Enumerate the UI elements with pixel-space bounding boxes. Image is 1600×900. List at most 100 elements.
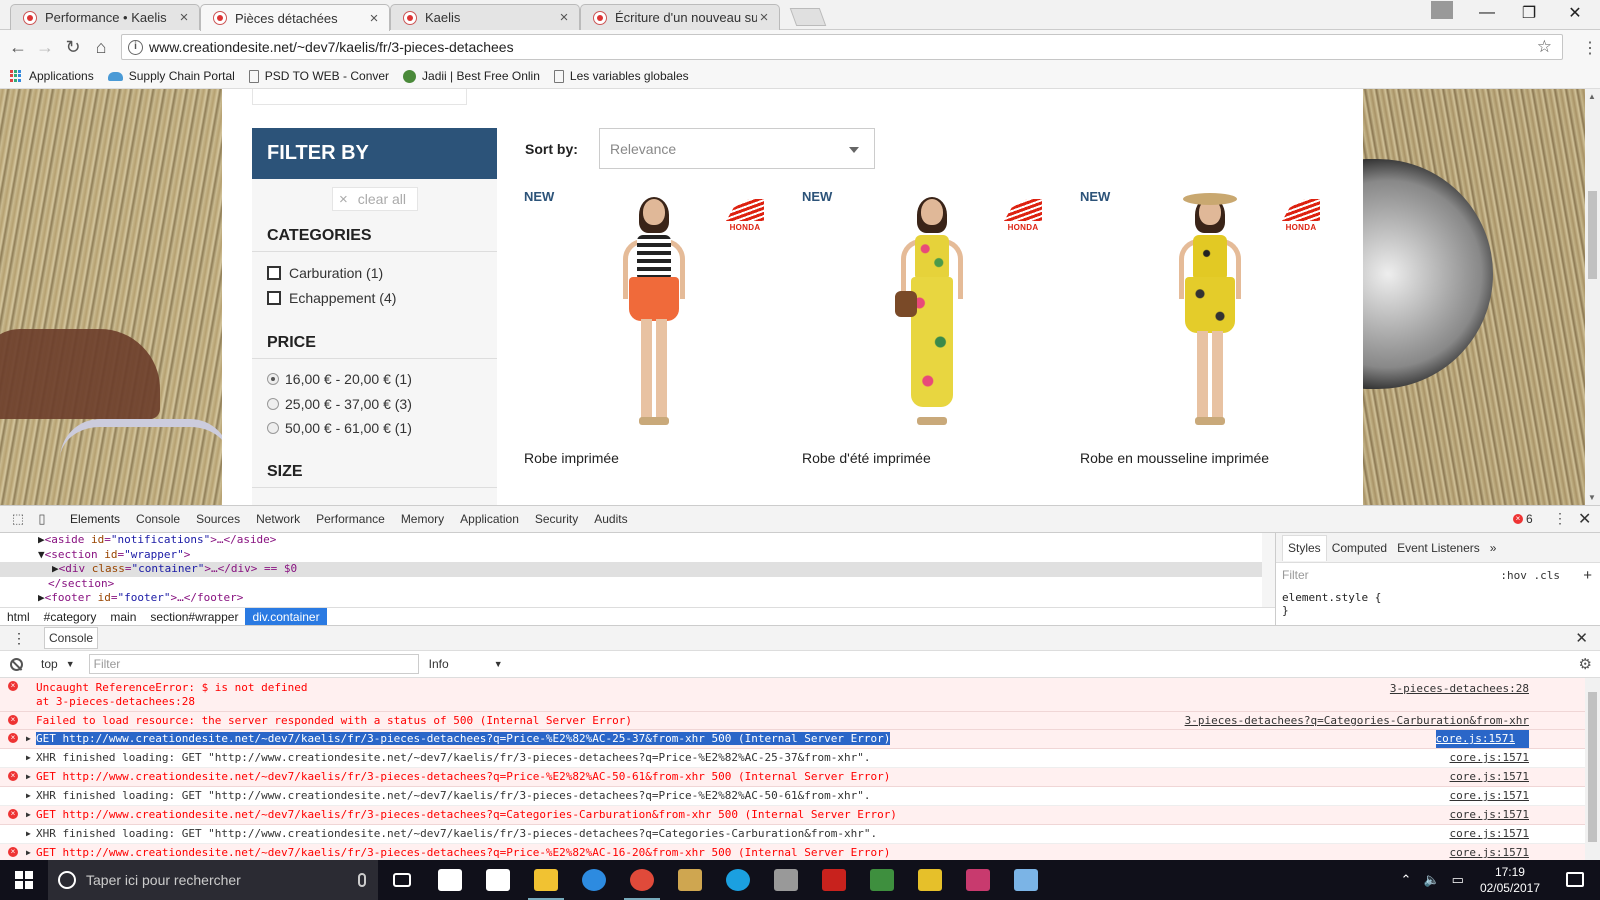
hov-toggle[interactable]: :hov (1500, 569, 1527, 582)
volume-icon[interactable]: 🔈 (1423, 872, 1439, 888)
product-image[interactable] (1165, 193, 1255, 435)
chrome-icon[interactable] (618, 860, 666, 900)
breadcrumb-item[interactable]: main (103, 608, 143, 626)
finder-folder-icon[interactable] (666, 860, 714, 900)
skype-icon[interactable] (714, 860, 762, 900)
breadcrumb-item[interactable]: #category (37, 608, 104, 626)
elements-scrollbar[interactable] (1262, 533, 1275, 607)
reload-icon[interactable]: ↻ (61, 35, 85, 59)
checkbox[interactable] (267, 291, 281, 305)
bookmark-psd-to-web[interactable]: PSD TO WEB - Conver (248, 69, 389, 83)
dom-node[interactable]: ▶<aside id="notifications">…</aside> (38, 533, 276, 548)
page-scrollbar[interactable]: ▲ ▼ (1585, 89, 1600, 505)
address-bar[interactable]: i www.creationdesite.net/~dev7/kaelis/fr… (121, 34, 1563, 60)
browser-menu-icon[interactable]: ⋮ (1582, 38, 1598, 58)
console-error-message[interactable]: × ▶ GET http://www.creationdesite.net/~d… (0, 844, 1585, 861)
price-filter-item[interactable]: 25,00 € - 37,00 € (3) (267, 396, 412, 412)
style-rule[interactable]: element.style { } (1276, 587, 1600, 621)
console-info-message[interactable]: ▶ XHR finished loading: GET "http://www.… (0, 787, 1585, 806)
console-error-message[interactable]: × Failed to load resource: the server re… (0, 712, 1585, 730)
styles-filter-input[interactable]: Filter :hov .cls + (1276, 563, 1600, 587)
url-text[interactable]: www.creationdesite.net/~dev7/kaelis/fr/3… (149, 39, 514, 55)
new-tab-button[interactable] (789, 8, 827, 26)
forward-arrow-icon[interactable]: → (33, 35, 57, 59)
lumin-icon[interactable] (906, 860, 954, 900)
checkbox[interactable] (267, 266, 281, 280)
taskbar-search-box[interactable]: Taper ici pour rechercher (48, 860, 378, 900)
log-level-select[interactable]: Info ▼ (429, 657, 503, 671)
new-rule-icon[interactable]: + (1583, 567, 1592, 584)
product-name-link[interactable]: Robe imprimée (524, 450, 619, 466)
devtools-menu-icon[interactable]: ⋮ (1553, 510, 1567, 527)
cat-app-icon[interactable] (762, 860, 810, 900)
product-image[interactable] (887, 197, 977, 435)
windows-start-button[interactable] (0, 860, 48, 900)
clear-all-button[interactable]: × clear all (332, 187, 418, 211)
tab-computed[interactable]: Computed (1327, 541, 1392, 555)
minimize-icon[interactable]: — (1464, 0, 1510, 26)
bookmark-supply-chain[interactable]: Supply Chain Portal (107, 69, 235, 83)
expand-arrow-icon[interactable]: ▶ (26, 730, 31, 748)
product-name-link[interactable]: Robe d'été imprimée (802, 450, 931, 466)
browser-tab[interactable]: Écriture d'un nouveau su × (580, 4, 780, 30)
dom-node[interactable]: </section> (48, 577, 114, 592)
tab-memory[interactable]: Memory (401, 512, 444, 526)
spreadsheet-icon[interactable] (858, 860, 906, 900)
tab-performance[interactable]: Performance (316, 512, 385, 526)
console-filter-input[interactable]: Filter (88, 654, 419, 674)
tab-elements[interactable]: Elements (70, 512, 120, 526)
radio-button[interactable] (267, 398, 279, 410)
error-counter[interactable]: × 6 (1513, 512, 1533, 526)
device-toolbar-icon[interactable]: ▯ (32, 511, 52, 527)
console-error-message[interactable]: × ▶ GET http://www.creationdesite.net/~d… (0, 768, 1585, 787)
tab-close-icon[interactable]: × (367, 10, 381, 27)
calculator-icon[interactable] (474, 860, 522, 900)
calendar-app-icon[interactable] (426, 860, 474, 900)
dom-node[interactable]: ▼<section id="wrapper"> (38, 548, 190, 563)
product-name-link[interactable]: Robe en mousseline imprimée (1080, 450, 1269, 466)
paint-icon[interactable] (1002, 860, 1050, 900)
expand-arrow-icon[interactable]: ▶ (26, 768, 31, 786)
context-select[interactable]: top ▼ (41, 657, 75, 671)
user-profile-icon[interactable] (1431, 1, 1453, 19)
console-error-message-selected[interactable]: × ▶ GET http://www.creationdesite.net/~d… (0, 730, 1585, 749)
restore-icon[interactable]: ❐ (1506, 0, 1552, 26)
price-filter-item[interactable]: 16,00 € - 20,00 € (1) (267, 371, 412, 387)
console-scrollbar[interactable] (1585, 678, 1600, 861)
bookmark-star-icon[interactable]: ☆ (1537, 37, 1552, 57)
product-card[interactable]: NEW HONDA Robe en mousseline imprimée (1080, 185, 1340, 475)
console-error-message[interactable]: × Uncaught ReferenceError: $ is not defi… (0, 678, 1585, 712)
source-link[interactable]: core.js:1571 (1450, 768, 1529, 786)
expand-arrow-icon[interactable]: ▶ (26, 749, 31, 767)
tab-security[interactable]: Security (535, 512, 578, 526)
price-filter-item[interactable]: 50,00 € - 61,00 € (1) (267, 420, 412, 436)
drawer-tab-console[interactable]: Console (44, 627, 99, 649)
dom-node[interactable]: ▶<footer id="footer">…</footer> (38, 591, 243, 606)
scrollbar-thumb[interactable] (1588, 692, 1597, 842)
browser-tab[interactable]: Kaelis × (390, 4, 580, 30)
filezilla-icon[interactable] (810, 860, 858, 900)
task-view-icon[interactable] (378, 860, 426, 900)
home-icon[interactable]: ⌂ (89, 35, 113, 59)
expand-arrow-icon[interactable]: ▶ (26, 825, 31, 843)
console-info-message[interactable]: ▶ XHR finished loading: GET "http://www.… (0, 825, 1585, 844)
tab-event-listeners[interactable]: Event Listeners (1392, 541, 1485, 555)
clock[interactable]: 17:19 02/05/2017 (1480, 864, 1540, 896)
source-link[interactable]: core.js:1571 (1450, 825, 1529, 843)
tab-sources[interactable]: Sources (196, 512, 240, 526)
radio-button[interactable] (267, 422, 279, 434)
source-link[interactable]: core.js:1571 (1450, 787, 1529, 805)
chevron-up-icon[interactable]: ⌃ (1401, 872, 1412, 888)
expand-arrow-icon[interactable]: ▶ (26, 806, 31, 824)
back-arrow-icon[interactable]: ← (6, 35, 30, 59)
breadcrumb-item-active[interactable]: div.container (245, 607, 327, 626)
breadcrumb-item[interactable]: section#wrapper (143, 608, 245, 626)
inspect-element-icon[interactable]: ⬚ (8, 511, 28, 527)
clear-console-icon[interactable] (10, 657, 23, 671)
product-image[interactable] (609, 197, 699, 435)
expand-arrow-icon[interactable]: ▶ (26, 787, 31, 805)
radio-button-selected[interactable] (267, 373, 279, 385)
sort-select[interactable]: Relevance (599, 128, 875, 169)
category-filter-item[interactable]: Echappement (4) (267, 290, 396, 306)
tab-close-icon[interactable]: × (177, 9, 191, 26)
